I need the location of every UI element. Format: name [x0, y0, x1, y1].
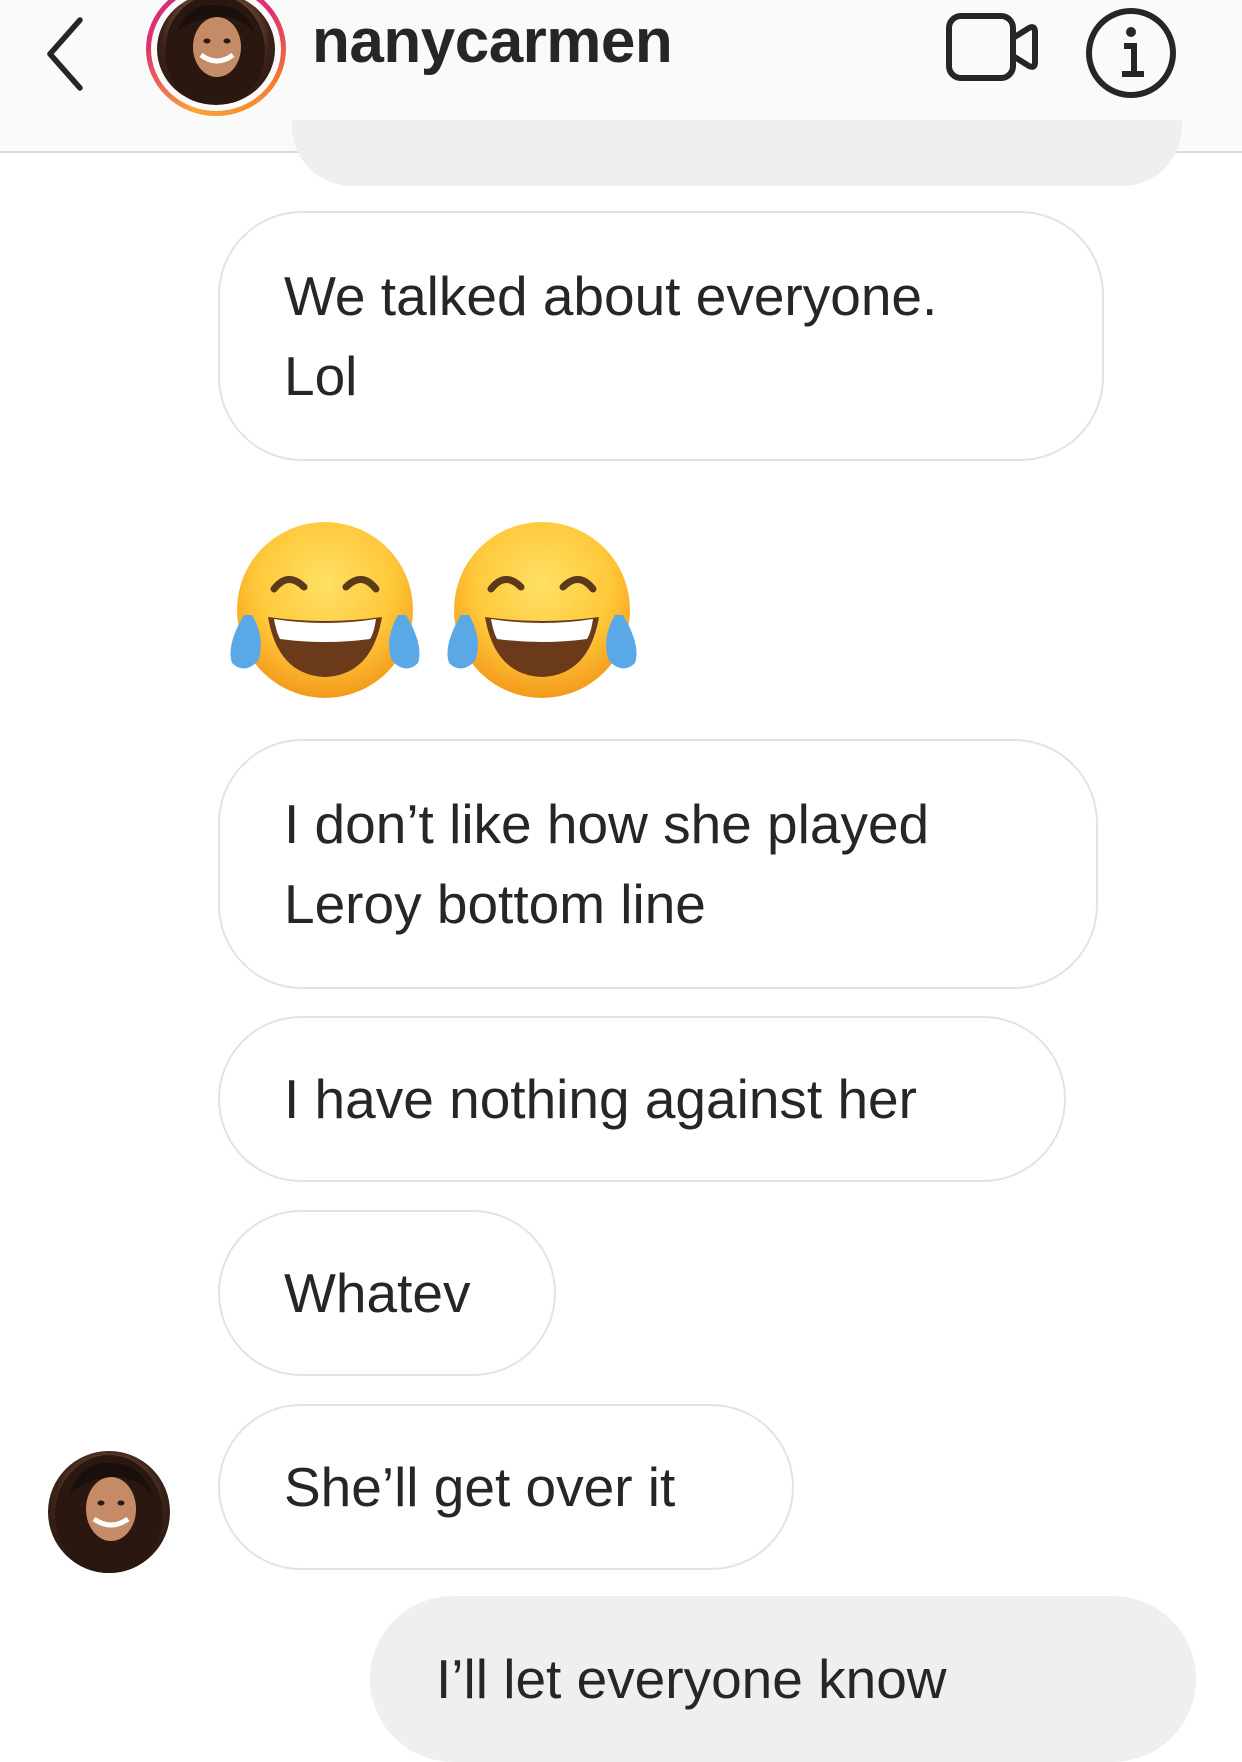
message-bubble[interactable]: I have nothing against her [218, 1016, 1066, 1182]
emoji-message[interactable] [222, 515, 642, 705]
message-text: I have nothing against her [284, 1068, 917, 1130]
message-bubble[interactable]: She’ll get over it [218, 1404, 794, 1570]
tears-of-joy-emoji-icon [230, 522, 420, 698]
message-text: We talked about everyone. [284, 265, 938, 327]
video-call-button[interactable] [945, 8, 1041, 88]
profile-photo [157, 0, 275, 105]
message-bubble[interactable]: I don’t like how she played Leroy bottom… [218, 739, 1098, 989]
video-camera-icon [946, 13, 1038, 81]
previous-message-bubble [292, 120, 1182, 186]
sender-avatar[interactable] [48, 1451, 170, 1573]
message-bubble[interactable]: Whatev [218, 1210, 556, 1376]
message-text: She’ll get over it [284, 1456, 676, 1518]
chevron-left-icon [47, 17, 83, 91]
profile-avatar[interactable] [146, 0, 286, 116]
message-text: Leroy bottom line [284, 873, 706, 935]
message-text: Lol [284, 345, 358, 407]
back-button[interactable] [40, 8, 100, 98]
outgoing-message-bubble[interactable]: I’ll let everyone know [370, 1596, 1196, 1762]
message-text: I don’t like how she played [284, 793, 930, 855]
message-text: Whatev [284, 1262, 471, 1324]
info-icon [1086, 8, 1176, 98]
chat-username[interactable]: nanycarmen [312, 6, 673, 77]
tears-of-joy-emoji-icon [447, 522, 637, 698]
message-text: I’ll let everyone know [436, 1648, 947, 1710]
info-button[interactable] [1084, 6, 1178, 100]
message-bubble[interactable]: We talked about everyone. Lol [218, 211, 1104, 461]
